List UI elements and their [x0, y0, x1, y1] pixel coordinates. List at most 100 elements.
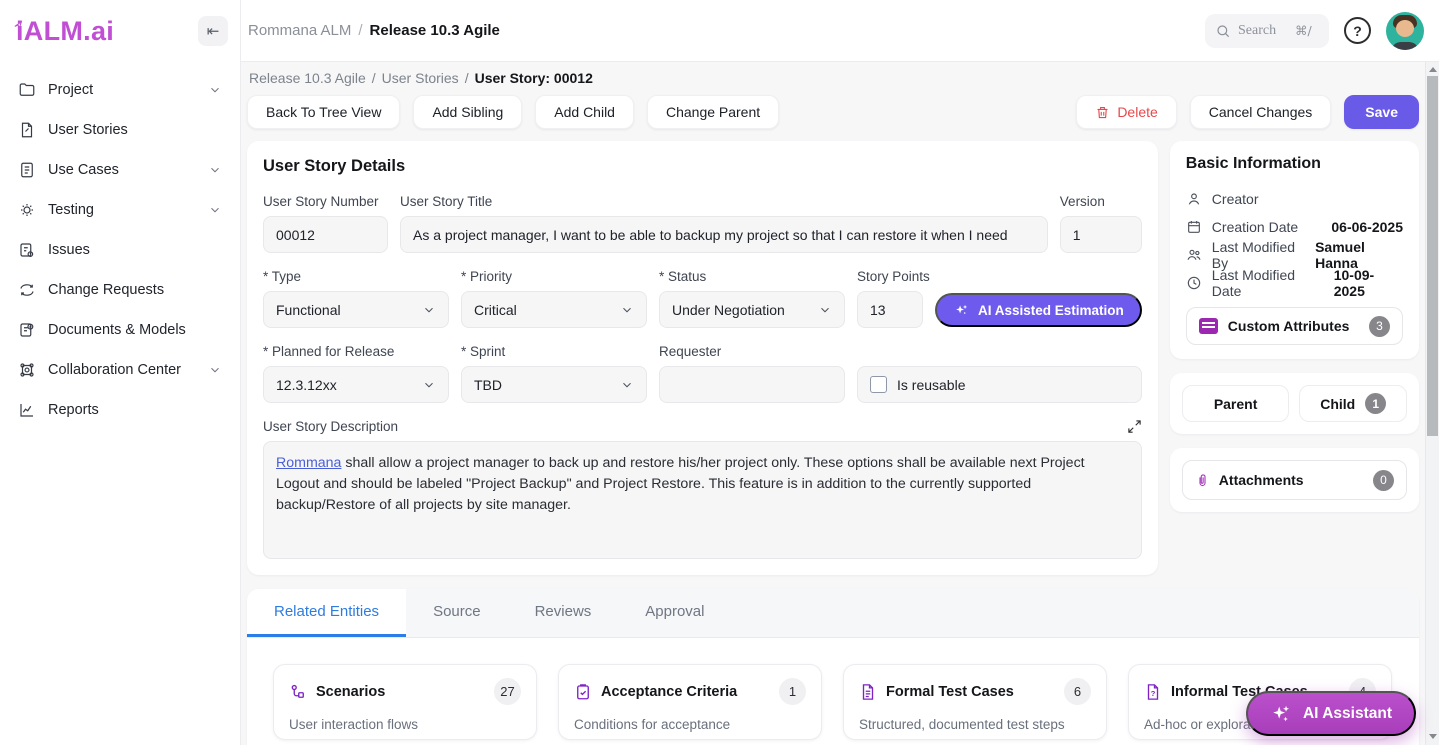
add-sibling-button[interactable]: Add Sibling	[413, 95, 522, 129]
paperclip-icon	[1195, 473, 1210, 488]
parent-button[interactable]: Parent	[1182, 385, 1290, 422]
change-requests-icon	[18, 281, 37, 300]
breadcrumb-release[interactable]: Release 10.3 Agile	[249, 70, 366, 86]
planned-release-select[interactable]: 12.3.12xx	[263, 366, 449, 403]
testing-icon	[18, 201, 37, 220]
person-icon	[1186, 191, 1203, 207]
documents-icon	[18, 321, 37, 340]
document-icon	[859, 683, 877, 701]
story-points-input[interactable]: 13	[857, 291, 923, 328]
user-avatar[interactable]	[1386, 12, 1424, 50]
related-entities-row: Scenarios 27 User interaction flows Acce…	[247, 638, 1419, 745]
sidebar-item-project[interactable]: Project	[10, 70, 230, 110]
action-bar: Back To Tree View Add Sibling Add Child …	[247, 95, 1419, 129]
avatar-face	[1396, 20, 1414, 37]
status-select[interactable]: Under Negotiation	[659, 291, 845, 328]
delete-button[interactable]: Delete	[1076, 95, 1176, 129]
user-story-description-input[interactable]: Rommana shall allow a project manager to…	[263, 441, 1142, 559]
tab-related-entities[interactable]: Related Entities	[247, 589, 406, 637]
document-question-icon: ?	[1144, 683, 1162, 701]
sidebar-item-reports[interactable]: Reports	[10, 390, 230, 430]
collapse-sidebar-button[interactable]: ⇤	[198, 16, 228, 46]
sidebar-item-label: Documents & Models	[48, 322, 186, 338]
sidebar-item-label: Reports	[48, 402, 99, 418]
scenarios-card[interactable]: Scenarios 27 User interaction flows	[273, 664, 537, 740]
breadcrumb-parent[interactable]: Rommana ALM	[248, 22, 351, 39]
chevron-down-icon	[208, 163, 222, 177]
chevron-down-icon	[620, 378, 634, 392]
attachments-card: Attachments 0	[1170, 448, 1419, 512]
chevron-down-icon	[620, 303, 634, 317]
details-title: User Story Details	[263, 157, 1142, 176]
user-story-title-input[interactable]: As a project manager, I want to be able …	[400, 216, 1048, 253]
user-story-icon	[18, 121, 37, 140]
version-input[interactable]: 1	[1060, 216, 1142, 253]
sidebar-item-testing[interactable]: Testing	[10, 190, 230, 230]
breadcrumb-user-stories[interactable]: User Stories	[382, 70, 459, 86]
child-button[interactable]: Child 1	[1299, 385, 1407, 422]
rommana-link[interactable]: Rommana	[276, 455, 341, 471]
sparkles-icon	[953, 302, 970, 319]
description-label: User Story Description	[263, 419, 398, 434]
save-button[interactable]: Save	[1344, 95, 1419, 129]
sidebar-item-label: Issues	[48, 242, 90, 258]
scrollbar-thumb[interactable]	[1427, 76, 1438, 436]
parent-child-card: Parent Child 1	[1170, 373, 1419, 434]
tab-reviews[interactable]: Reviews	[508, 589, 619, 637]
user-story-number-input[interactable]: 00012	[263, 216, 388, 253]
scroll-down-arrow[interactable]	[1426, 729, 1439, 743]
help-button[interactable]: ?	[1344, 17, 1371, 44]
requester-input[interactable]	[659, 366, 845, 403]
chevron-down-icon	[818, 303, 832, 317]
custom-attributes-button[interactable]: Custom Attributes 3	[1186, 307, 1403, 345]
sidebar-item-issues[interactable]: Issues	[10, 230, 230, 270]
header-breadcrumb: Rommana ALM / Release 10.3 Agile	[248, 22, 500, 39]
collaboration-icon	[18, 361, 37, 380]
attachments-button[interactable]: Attachments 0	[1182, 460, 1407, 500]
sidebar-item-documents-models[interactable]: Documents & Models	[10, 310, 230, 350]
formal-test-cases-card[interactable]: Formal Test Cases 6 Structured, document…	[843, 664, 1107, 740]
type-select[interactable]: Functional	[263, 291, 449, 328]
cancel-changes-button[interactable]: Cancel Changes	[1190, 95, 1332, 129]
acceptance-criteria-count-badge: 1	[779, 678, 806, 705]
last-modified-date-value: 10-09-2025	[1334, 267, 1403, 299]
back-to-tree-view-button[interactable]: Back To Tree View	[247, 95, 400, 129]
search-shortcut: ⌘/	[1295, 23, 1312, 38]
search-box[interactable]: ⌘/	[1205, 14, 1329, 48]
custom-attributes-count-badge: 3	[1369, 316, 1390, 337]
creation-date-value: 06-06-2025	[1331, 219, 1403, 235]
creator-row: Creator	[1186, 185, 1403, 213]
add-child-button[interactable]: Add Child	[535, 95, 634, 129]
acceptance-criteria-card[interactable]: Acceptance Criteria 1 Conditions for acc…	[558, 664, 822, 740]
tab-strip: Related Entities Source Reviews Approval	[247, 589, 1419, 638]
scroll-up-arrow[interactable]	[1426, 62, 1439, 76]
sidebar-item-use-cases[interactable]: Use Cases	[10, 150, 230, 190]
expand-icon[interactable]	[1127, 419, 1142, 434]
is-reusable-checkbox[interactable]	[870, 376, 887, 393]
sidebar-item-collaboration-center[interactable]: Collaboration Center	[10, 350, 230, 390]
ai-assisted-estimation-button[interactable]: AI Assisted Estimation	[935, 293, 1142, 327]
question-icon: ?	[1353, 23, 1362, 39]
chevron-down-icon	[208, 83, 222, 97]
people-icon	[1186, 247, 1203, 263]
requester-label: Requester	[659, 344, 845, 359]
custom-attributes-icon	[1199, 318, 1218, 334]
app-logo: iALM.ai	[16, 16, 114, 47]
change-parent-button[interactable]: Change Parent	[647, 95, 779, 129]
sidebar-item-label: Use Cases	[48, 162, 119, 178]
version-label: Version	[1060, 194, 1142, 209]
tab-source[interactable]: Source	[406, 589, 508, 637]
sprint-label: * Sprint	[461, 344, 647, 359]
planned-release-label: * Planned for Release	[263, 344, 449, 359]
sidebar-item-user-stories[interactable]: User Stories	[10, 110, 230, 150]
search-input[interactable]	[1238, 23, 1288, 39]
tab-approval[interactable]: Approval	[618, 589, 731, 637]
priority-select[interactable]: Critical	[461, 291, 647, 328]
sidebar-item-change-requests[interactable]: Change Requests	[10, 270, 230, 310]
basic-information-title: Basic Information	[1186, 155, 1403, 173]
formal-test-cases-count-badge: 6	[1064, 678, 1091, 705]
breadcrumb-current: Release 10.3 Agile	[370, 22, 500, 39]
sprint-select[interactable]: TBD	[461, 366, 647, 403]
ai-assistant-button[interactable]: AI Assistant	[1246, 691, 1416, 736]
clipboard-check-icon	[574, 683, 592, 701]
